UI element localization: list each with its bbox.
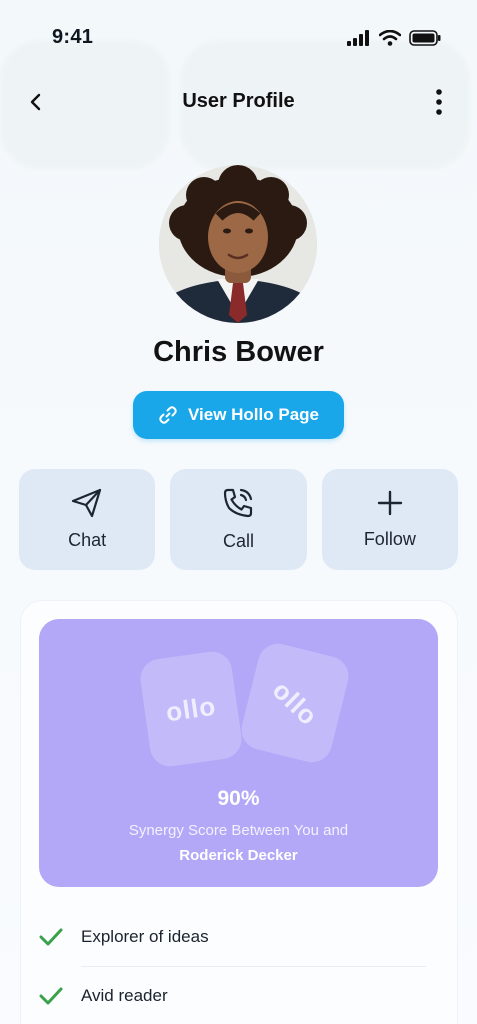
more-options-button[interactable] bbox=[425, 86, 453, 118]
follow-button[interactable]: Follow bbox=[321, 469, 458, 570]
signal-icon bbox=[347, 30, 369, 46]
chat-button[interactable]: Chat bbox=[19, 469, 156, 570]
trait-label: Avid reader bbox=[81, 986, 168, 1005]
status-time: 9:41 bbox=[52, 26, 94, 48]
avatar bbox=[159, 165, 317, 323]
call-label: Call bbox=[222, 531, 254, 551]
more-vertical-icon bbox=[436, 89, 442, 115]
follow-label: Follow bbox=[363, 529, 416, 549]
battery-icon bbox=[409, 30, 441, 46]
trait-item: Explorer of ideas bbox=[39, 909, 429, 965]
synergy-score: 90% bbox=[217, 787, 260, 810]
status-bar: 9:41 bbox=[0, 0, 477, 70]
plus-icon bbox=[377, 490, 403, 516]
hollo-logo-text: ollo bbox=[163, 690, 218, 727]
call-button[interactable]: Call bbox=[170, 469, 307, 570]
synergy-card: ollo ollo 90% Synergy Score Between You … bbox=[20, 600, 458, 1024]
synergy-panel: ollo ollo 90% Synergy Score Between You … bbox=[39, 619, 438, 887]
check-icon bbox=[39, 928, 63, 946]
synergy-person-name[interactable]: Roderick Decker bbox=[39, 847, 438, 864]
status-icons bbox=[347, 30, 441, 46]
page-title: User Profile bbox=[182, 90, 295, 112]
hollo-logo-tile: ollo bbox=[237, 639, 353, 767]
link-icon bbox=[159, 406, 177, 424]
profile-screen: 9:41 User Profile Chris Bower View Hollo… bbox=[0, 0, 477, 1024]
top-bar: User Profile bbox=[0, 80, 477, 124]
view-hollo-page-button[interactable]: View Hollo Page bbox=[133, 391, 344, 439]
chat-label: Chat bbox=[68, 530, 107, 550]
wifi-icon bbox=[379, 30, 401, 46]
phone-call-icon bbox=[224, 488, 253, 518]
action-buttons: Chat Call Follow bbox=[19, 469, 458, 570]
check-icon bbox=[39, 987, 63, 1005]
hollo-logo-text: ollo bbox=[266, 674, 324, 731]
trait-item: Avid reader bbox=[39, 968, 429, 1024]
send-icon bbox=[72, 488, 102, 518]
profile-name: Chris Bower bbox=[153, 336, 324, 368]
view-hollo-page-label: View Hollo Page bbox=[187, 405, 319, 424]
trait-label: Explorer of ideas bbox=[81, 927, 209, 946]
synergy-description: Synergy Score Between You and bbox=[128, 822, 349, 839]
hollo-logo-tile: ollo bbox=[137, 649, 245, 769]
divider bbox=[81, 966, 426, 967]
